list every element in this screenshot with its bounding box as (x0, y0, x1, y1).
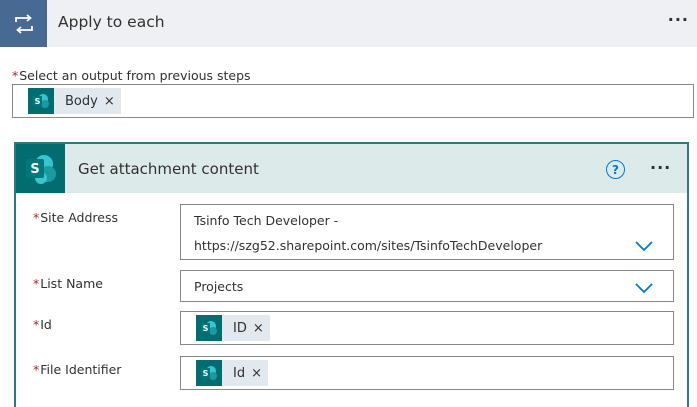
chevron-down-icon[interactable] (634, 240, 654, 252)
file-identifier-token[interactable]: S Id × (196, 360, 268, 386)
svg-text:S: S (30, 162, 39, 177)
list-name-dropdown[interactable]: Projects (180, 270, 674, 302)
required-mark: * (33, 362, 40, 377)
body-token-label: Body (65, 93, 98, 109)
select-output-input[interactable]: S Body × (12, 84, 694, 118)
list-name-label-text: List Name (40, 276, 103, 291)
file-identifier-input[interactable]: S Id × (180, 356, 674, 390)
site-address-value-line1: Tsinfo Tech Developer - (194, 213, 339, 228)
required-mark: * (33, 317, 40, 332)
list-name-value: Projects (194, 279, 244, 294)
id-label: *Id (33, 317, 52, 332)
action-header[interactable]: S Get attachment content ? ··· (16, 144, 687, 193)
id-token-remove-icon[interactable]: × (253, 321, 264, 336)
action-more-options-icon[interactable]: ··· (650, 158, 671, 177)
id-token[interactable]: S ID × (196, 315, 270, 341)
help-icon[interactable]: ? (606, 160, 625, 179)
id-input[interactable]: S ID × (180, 311, 674, 345)
chevron-down-icon[interactable] (634, 282, 654, 294)
apply-to-each-header[interactable]: Apply to each ··· (0, 0, 697, 47)
sharepoint-icon: S (28, 88, 54, 114)
get-attachment-content-card: S Get attachment content ? ··· *Site Add… (14, 142, 689, 407)
list-name-label: *List Name (33, 276, 103, 291)
file-identifier-label-text: File Identifier (40, 362, 122, 377)
id-label-text: Id (40, 317, 52, 332)
sharepoint-icon: S (16, 144, 65, 193)
loop-icon (0, 0, 47, 47)
file-identifier-label: *File Identifier (33, 362, 121, 377)
loop-more-options-icon[interactable]: ··· (668, 10, 689, 29)
site-address-value-line2: https://szg52.sharepoint.com/sites/Tsinf… (194, 238, 543, 253)
svg-text:S: S (35, 97, 41, 106)
svg-text:S: S (203, 324, 209, 333)
svg-text:S: S (203, 369, 209, 378)
select-output-label: *Select an output from previous steps (12, 68, 251, 83)
file-identifier-token-label: Id (233, 365, 246, 381)
file-identifier-token-remove-icon[interactable]: × (251, 366, 262, 381)
help-icon-glyph: ? (612, 162, 619, 177)
required-mark: * (12, 68, 19, 83)
sharepoint-icon: S (196, 315, 222, 341)
site-address-label-text: Site Address (40, 210, 119, 225)
required-mark: * (33, 210, 40, 225)
id-token-label: ID (233, 320, 247, 336)
body-token[interactable]: S Body × (28, 88, 121, 114)
site-address-dropdown[interactable]: Tsinfo Tech Developer - https://szg52.sh… (180, 204, 674, 260)
loop-title: Apply to each (58, 13, 165, 31)
sharepoint-icon: S (196, 360, 222, 386)
body-token-remove-icon[interactable]: × (104, 94, 115, 109)
required-mark: * (33, 276, 40, 291)
action-title: Get attachment content (78, 160, 259, 178)
select-output-label-text: Select an output from previous steps (19, 68, 251, 83)
site-address-label: *Site Address (33, 210, 118, 225)
